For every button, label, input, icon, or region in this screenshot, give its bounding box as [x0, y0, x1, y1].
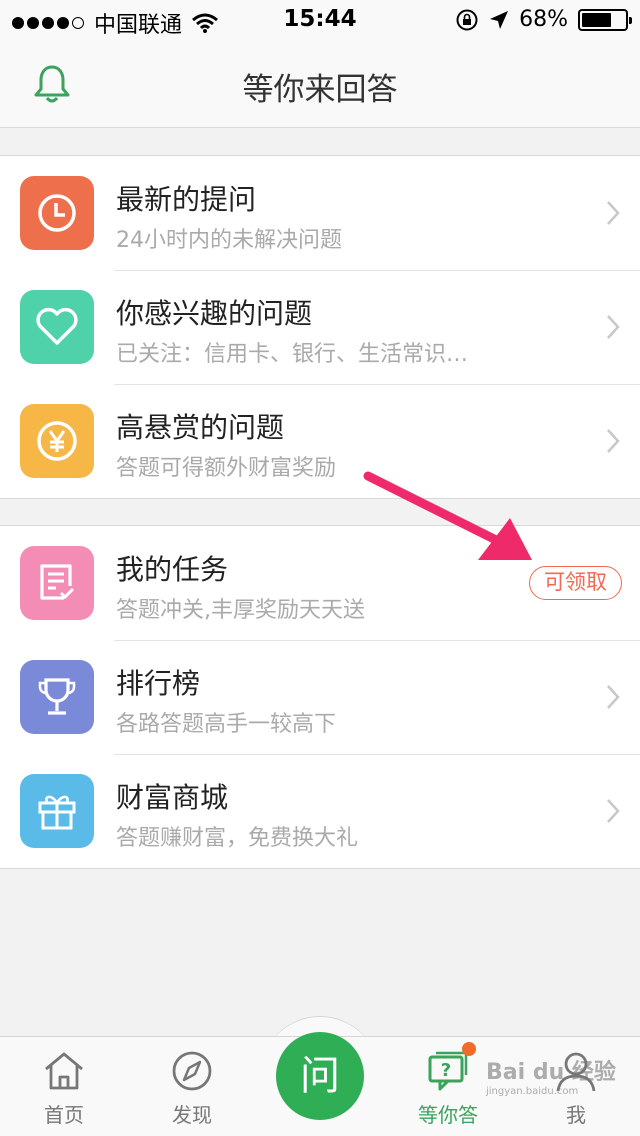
- watermark-main: Bai du 经验: [486, 1060, 616, 1085]
- tab-label: 发现: [172, 1103, 212, 1127]
- claim-reward-badge[interactable]: 可领取: [529, 566, 622, 600]
- task-section: 我的任务 答题冲关,丰厚奖励天天送 可领取 排行榜 各路答题高手一较高下 财富商…: [0, 525, 640, 869]
- battery-percent: 68%: [519, 7, 568, 32]
- clock-icon: [20, 176, 94, 250]
- navigation-bar: 等你来回答: [0, 40, 640, 128]
- compass-icon: [172, 1051, 212, 1091]
- tab-home[interactable]: 首页: [0, 1037, 128, 1136]
- list-item-wealth-mall[interactable]: 财富商城 答题赚财富，免费换大礼: [0, 754, 640, 868]
- top-header: 中国联通 15:44 68% 等你来回答: [0, 0, 640, 128]
- task-icon: [20, 546, 94, 620]
- chevron-right-icon: [607, 685, 620, 709]
- status-bar: 中国联通 15:44 68%: [0, 0, 640, 40]
- rotation-lock-icon: [456, 9, 478, 30]
- heart-icon: [20, 290, 94, 364]
- item-subtitle: 24小时内的未解决问题: [116, 228, 342, 253]
- item-title: 高悬赏的问题: [116, 411, 285, 444]
- battery-icon: [578, 8, 632, 31]
- location-arrow-icon: [490, 10, 509, 29]
- gift-icon: [20, 774, 94, 848]
- item-title: 排行榜: [116, 667, 201, 700]
- list-item-high-reward-questions[interactable]: 高悬赏的问题 答题可得额外财富奖励: [0, 384, 640, 498]
- svg-text:?: ?: [441, 1060, 451, 1081]
- chevron-right-icon: [607, 799, 620, 823]
- item-title: 你感兴趣的问题: [116, 297, 313, 330]
- question-chat-icon: ?: [428, 1051, 468, 1091]
- tab-label: 我: [566, 1103, 586, 1127]
- ask-question-button[interactable]: 问: [276, 1032, 364, 1120]
- list-item-latest-questions[interactable]: 最新的提问 24小时内的未解决问题: [0, 156, 640, 270]
- item-subtitle: 答题冲关,丰厚奖励天天送: [116, 598, 365, 623]
- yen-icon: [20, 404, 94, 478]
- tab-label: 等你答: [418, 1103, 478, 1127]
- tab-discover[interactable]: 发现: [128, 1037, 256, 1136]
- item-title: 财富商城: [116, 781, 229, 814]
- item-subtitle: 已关注：信用卡、银行、生活常识…: [116, 342, 469, 367]
- watermark-sub: jingyan.baidu.com: [486, 1086, 579, 1097]
- chevron-right-icon: [607, 201, 620, 225]
- question-section: 最新的提问 24小时内的未解决问题 你感兴趣的问题 已关注：信用卡、银行、生活常…: [0, 155, 640, 499]
- chevron-right-icon: [607, 315, 620, 339]
- tab-label: 首页: [44, 1103, 84, 1127]
- page-title: 等你来回答: [242, 72, 398, 108]
- item-title: 最新的提问: [116, 183, 257, 216]
- chevron-right-icon: [607, 429, 620, 453]
- list-item-interested-questions[interactable]: 你感兴趣的问题 已关注：信用卡、银行、生活常识…: [0, 270, 640, 384]
- item-title: 我的任务: [116, 553, 229, 586]
- home-icon: [45, 1052, 83, 1090]
- item-subtitle: 答题赚财富，免费换大礼: [116, 826, 359, 851]
- notification-dot: [462, 1042, 476, 1056]
- item-subtitle: 答题可得额外财富奖励: [116, 456, 337, 481]
- baidu-watermark: Bai du 经验 jingyan.baidu.com: [486, 1054, 616, 1097]
- item-subtitle: 各路答题高手一较高下: [116, 712, 337, 737]
- list-item-leaderboard[interactable]: 排行榜 各路答题高手一较高下: [0, 640, 640, 754]
- list-item-my-tasks[interactable]: 我的任务 答题冲关,丰厚奖励天天送 可领取: [0, 526, 640, 640]
- trophy-icon: [20, 660, 94, 734]
